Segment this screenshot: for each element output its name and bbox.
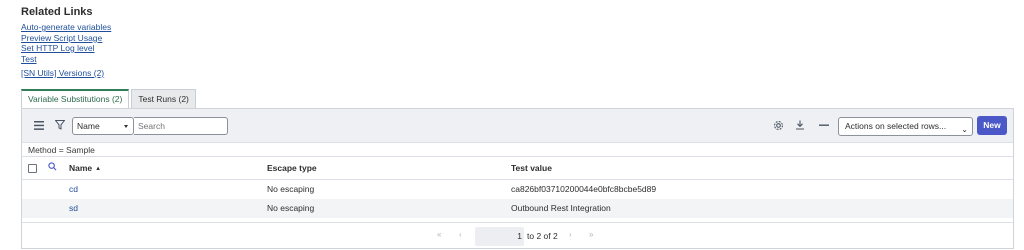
chevron-down-icon: ⌄ bbox=[961, 125, 968, 134]
gear-icon[interactable] bbox=[771, 118, 785, 132]
table-row: sd No escaping Outbound Rest Integration bbox=[22, 199, 1013, 218]
last-page-icon[interactable]: » bbox=[589, 230, 593, 239]
select-all-checkbox[interactable] bbox=[28, 164, 37, 173]
sn-utils-versions-link[interactable]: [SN Utils] Versions (2) bbox=[21, 68, 111, 79]
row-escape-type: No escaping bbox=[267, 184, 315, 194]
chevron-down-icon bbox=[124, 125, 128, 128]
column-header-name[interactable]: Name ▲ bbox=[69, 159, 101, 179]
page-number-input[interactable]: 1 bbox=[475, 227, 524, 246]
search-field-select[interactable]: Name bbox=[72, 117, 134, 135]
column-header-escape-type[interactable]: Escape type bbox=[267, 159, 317, 178]
row-escape-type: No escaping bbox=[267, 203, 315, 213]
table-header-row: Name ▲ Escape type Test value bbox=[22, 159, 1013, 180]
new-button[interactable]: New bbox=[977, 116, 1007, 135]
list-toolbar: Name Actions on selected rows... ⌄ New bbox=[22, 109, 1013, 143]
set-http-log-level-link[interactable]: Set HTTP Log level bbox=[21, 43, 111, 54]
row-test-value: Outbound Rest Integration bbox=[511, 203, 611, 213]
row-name-link[interactable]: sd bbox=[69, 199, 78, 218]
related-links-title: Related Links bbox=[21, 6, 93, 18]
next-page-icon[interactable]: › bbox=[569, 230, 572, 239]
variable-substitutions-table: Name ▲ Escape type Test value cd No escap… bbox=[22, 159, 1013, 218]
preview-script-usage-link[interactable]: Preview Script Usage bbox=[21, 33, 111, 44]
actions-select-value: Actions on selected rows... bbox=[845, 121, 947, 131]
filter-icon[interactable] bbox=[53, 118, 67, 132]
collapse-icon[interactable] bbox=[817, 118, 831, 132]
related-links-section: Related Links Auto-generate variables Pr… bbox=[21, 6, 111, 79]
table-row: cd No escaping ca826bf03710200044e0bfc8b… bbox=[22, 180, 1013, 199]
tab-test-runs[interactable]: Test Runs (2) bbox=[131, 89, 196, 108]
auto-generate-variables-link[interactable]: Auto-generate variables bbox=[21, 22, 111, 33]
row-test-value: ca826bf03710200044e0bfc8bcbe5d89 bbox=[511, 184, 657, 194]
search-input[interactable] bbox=[134, 117, 228, 135]
column-header-name-label: Name bbox=[69, 163, 93, 173]
list-menu-icon[interactable] bbox=[32, 118, 46, 132]
divider bbox=[22, 156, 1013, 157]
download-icon[interactable] bbox=[793, 118, 807, 132]
row-name-link[interactable]: cd bbox=[69, 180, 78, 199]
column-header-test-value[interactable]: Test value bbox=[511, 159, 552, 178]
tab-variable-substitutions[interactable]: Variable Substitutions (2) bbox=[21, 89, 130, 109]
filter-breadcrumb[interactable]: Method = Sample bbox=[28, 145, 95, 155]
related-list-tabs: Variable Substitutions (2) Test Runs (2) bbox=[21, 89, 196, 109]
search-icon[interactable] bbox=[48, 162, 57, 173]
page-range-text: to 2 of 2 bbox=[527, 231, 558, 241]
search-field-value: Name bbox=[77, 121, 100, 131]
previous-page-icon[interactable]: ‹ bbox=[459, 230, 462, 239]
pagination-bar: « ‹ 1 to 2 of 2 › » bbox=[22, 222, 1013, 250]
sort-ascending-icon: ▲ bbox=[95, 166, 102, 172]
related-list-panel: Name Actions on selected rows... ⌄ New M… bbox=[21, 108, 1014, 249]
actions-on-selected-rows-select[interactable]: Actions on selected rows... ⌄ bbox=[838, 117, 973, 136]
test-link[interactable]: Test bbox=[21, 54, 111, 65]
first-page-icon[interactable]: « bbox=[437, 230, 441, 239]
